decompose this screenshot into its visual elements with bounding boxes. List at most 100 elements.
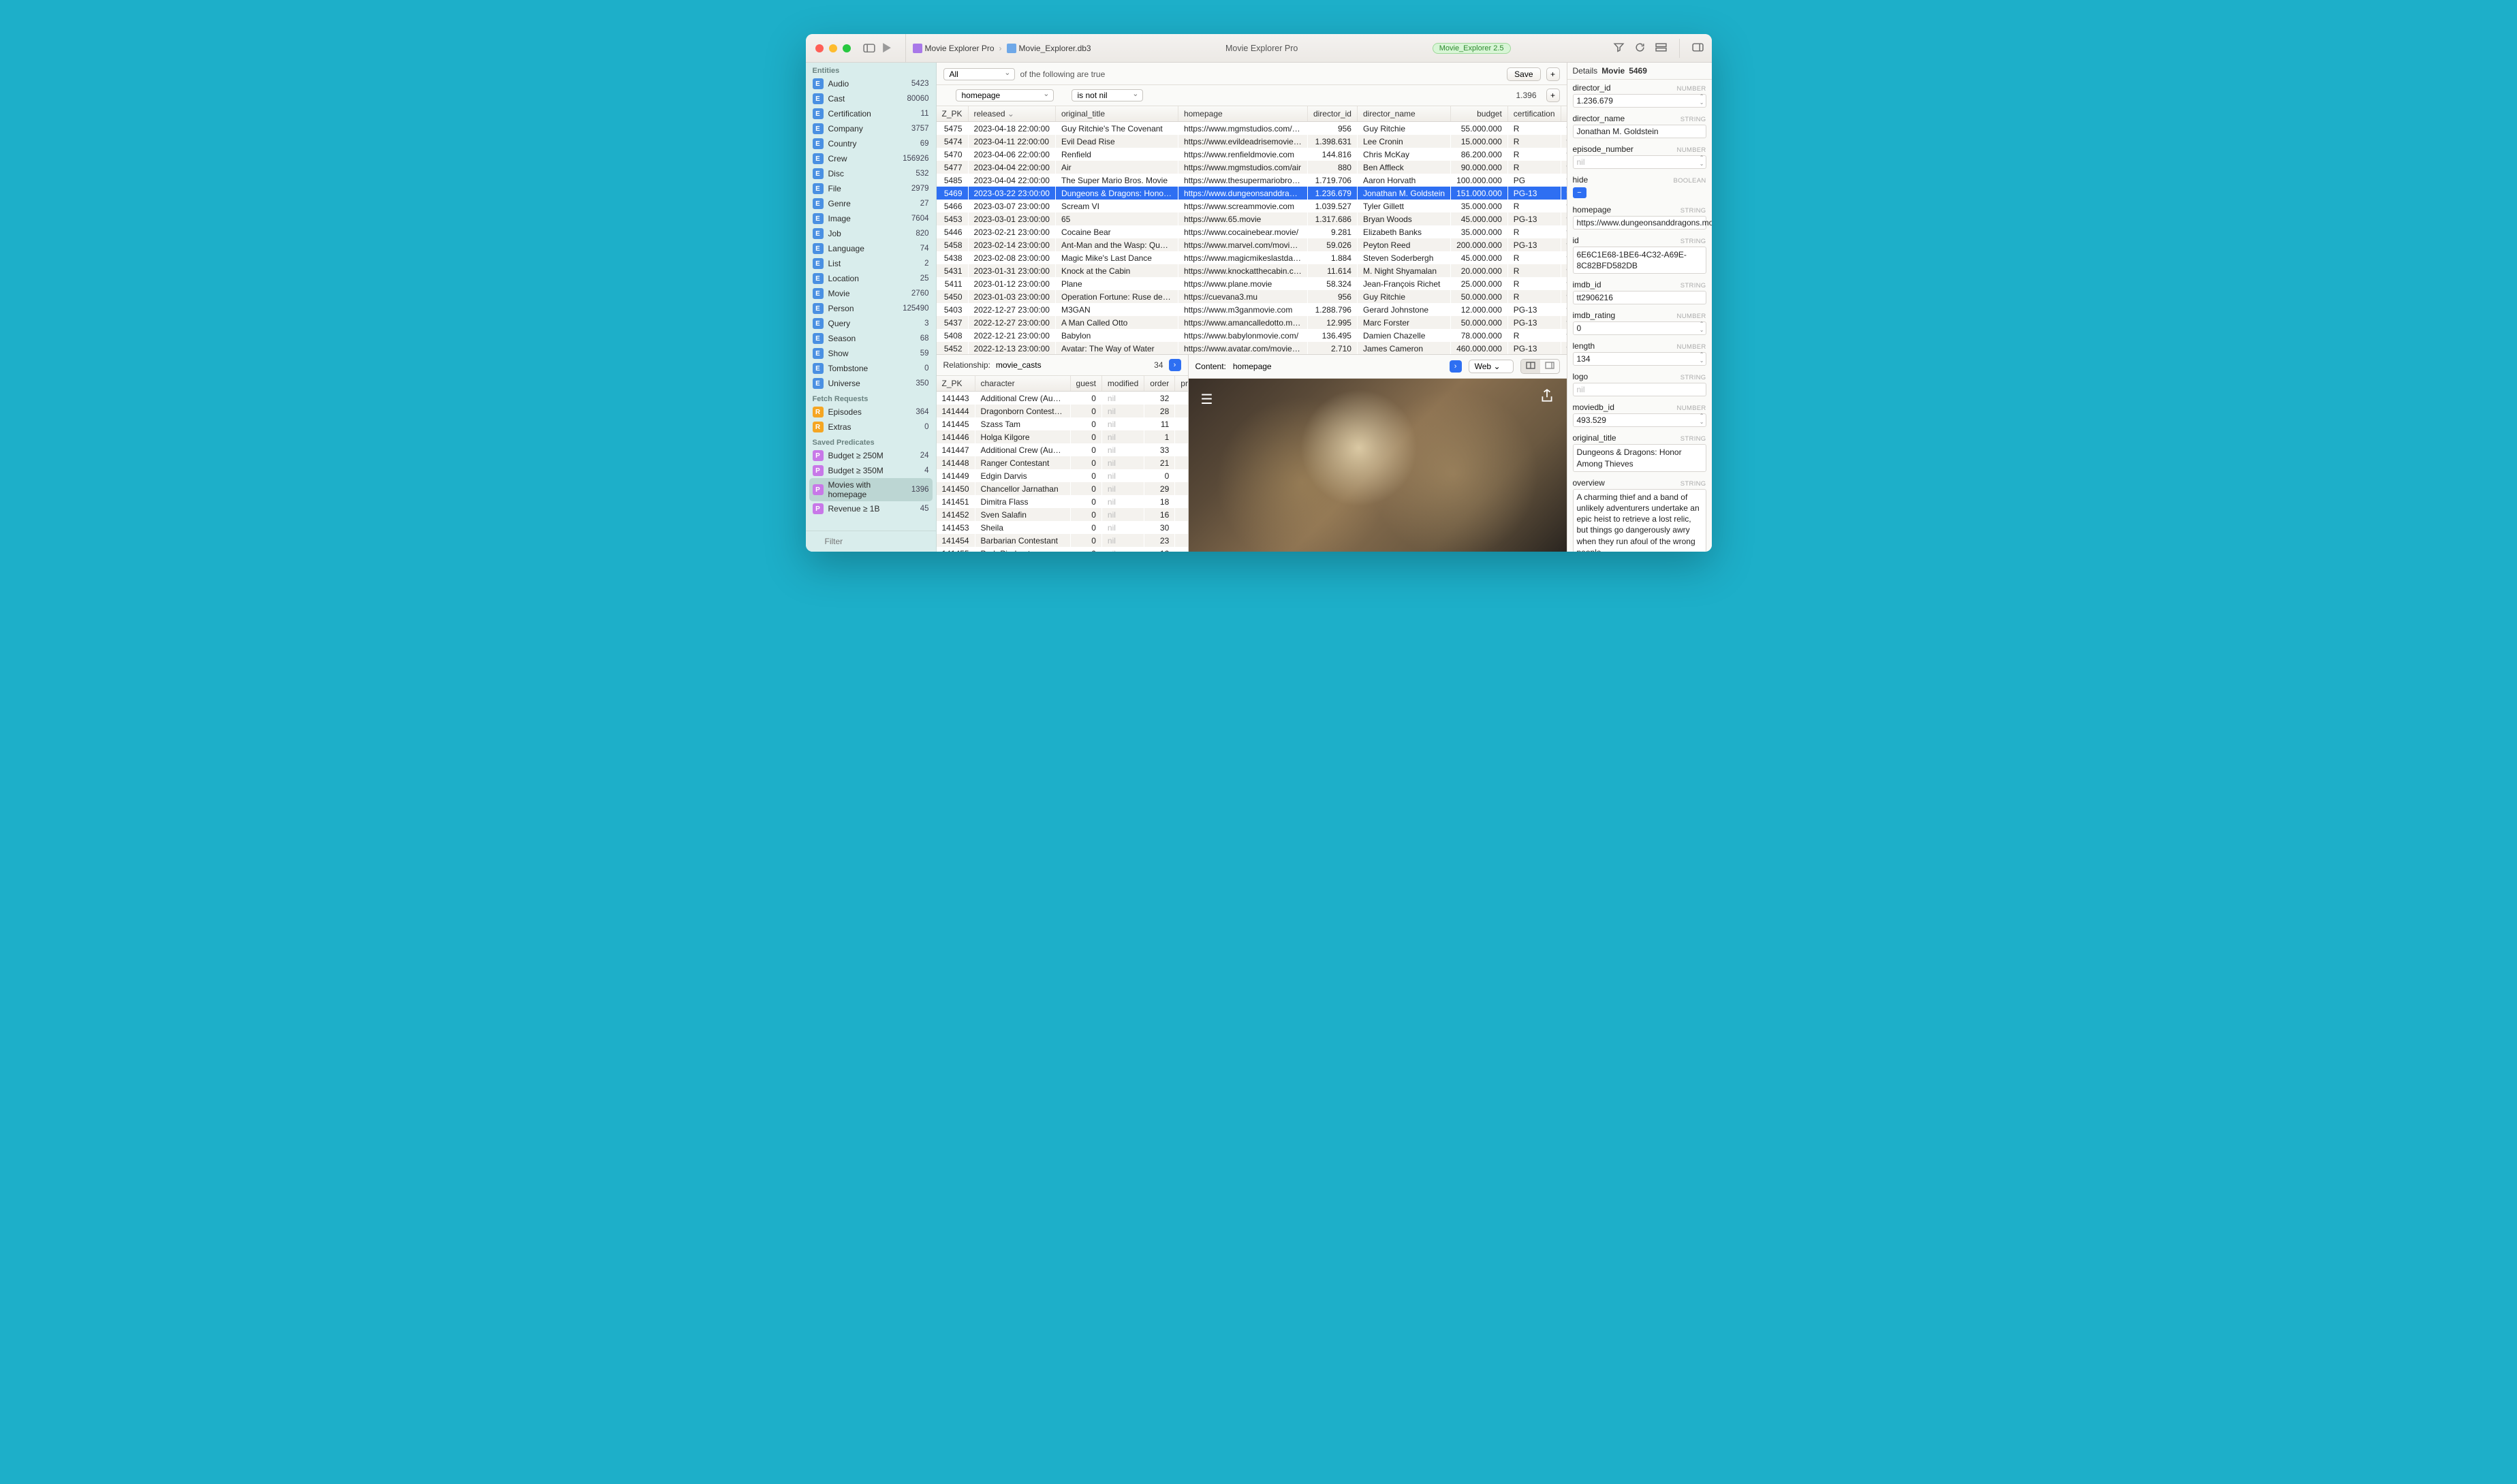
sidebar-item-job[interactable]: EJob820 — [806, 226, 936, 241]
save-button[interactable]: Save — [1507, 67, 1540, 81]
crumb-app[interactable]: Movie Explorer Pro — [925, 44, 995, 53]
sidebar-item-season[interactable]: ESeason68 — [806, 331, 936, 346]
rel-table-row[interactable]: 141450Chancellor Jarnathan0nil290 — [937, 482, 1188, 495]
relationship-name[interactable]: movie_casts — [996, 360, 1148, 370]
table-row[interactable]: 54502023-01-03 23:00:00Operation Fortune… — [937, 290, 1567, 303]
detail-value-director_id[interactable]: 1.236.679 — [1573, 94, 1706, 108]
sidebar-item-tombstone[interactable]: ETombstone0 — [806, 361, 936, 376]
table-row[interactable]: 54382023-02-08 23:00:00Magic Mike's Last… — [937, 251, 1567, 264]
table-row[interactable]: 54312023-01-31 23:00:00Knock at the Cabi… — [937, 264, 1567, 277]
layout-split-icon[interactable] — [1521, 360, 1540, 373]
detail-value-overview[interactable]: A charming thief and a band of unlikely … — [1573, 489, 1706, 552]
sidebar-item-budget-350m[interactable]: PBudget ≥ 350M4 — [806, 463, 936, 478]
add-condition-button[interactable]: + — [1546, 89, 1560, 102]
table-row[interactable]: 54522022-12-13 23:00:00Avatar: The Way o… — [937, 342, 1567, 354]
column-certification[interactable]: certification — [1507, 106, 1561, 122]
relationship-nav-button[interactable]: › — [1169, 359, 1181, 371]
column-budget[interactable]: budget — [1451, 106, 1508, 122]
sidebar-item-extras[interactable]: RExtras0 — [806, 420, 936, 435]
hamburger-icon[interactable]: ☰ — [1201, 391, 1213, 408]
sidebar-item-person[interactable]: EPerson125490 — [806, 301, 936, 316]
table-row[interactable]: 54702023-04-06 22:00:00Renfieldhttps://w… — [937, 148, 1567, 161]
table-row[interactable]: 54112023-01-12 23:00:00Planehttps://www.… — [937, 277, 1567, 290]
detail-value-imdb_id[interactable]: tt2906216 — [1573, 291, 1706, 304]
table-row[interactable]: 54742023-04-11 22:00:00Evil Dead Risehtt… — [937, 135, 1567, 148]
layout-icon[interactable] — [1655, 42, 1667, 55]
predicate-op-select[interactable]: is not nil — [1072, 89, 1143, 101]
detail-value-moviedb_id[interactable]: 493.529 — [1573, 413, 1706, 427]
table-row[interactable]: 54752023-04-18 22:00:00Guy Ritchie's The… — [937, 122, 1567, 136]
detail-value-original_title[interactable]: Dungeons & Dragons: Honor Among Thieves — [1573, 444, 1706, 471]
content-field[interactable]: homepage — [1233, 362, 1272, 371]
sidebar-item-query[interactable]: EQuery3 — [806, 316, 936, 331]
sidebar-item-location[interactable]: ELocation25 — [806, 271, 936, 286]
sidebar-item-movie[interactable]: EMovie2760 — [806, 286, 936, 301]
add-predicate-button[interactable]: + — [1546, 67, 1560, 81]
rel-column-order[interactable]: order — [1144, 376, 1175, 392]
sidebar-item-universe[interactable]: EUniverse350 — [806, 376, 936, 391]
table-row[interactable]: 54082022-12-21 23:00:00Babylonhttps://ww… — [937, 329, 1567, 342]
table-row[interactable]: 54662023-03-07 23:00:00Scream VIhttps://… — [937, 200, 1567, 212]
table-row[interactable]: 54462023-02-21 23:00:00Cocaine Bearhttps… — [937, 225, 1567, 238]
column-released[interactable]: released — [968, 106, 1055, 122]
play-button[interactable] — [878, 41, 896, 56]
rel-table-row[interactable]: 141444Dragonborn Contestant0nil280 — [937, 405, 1188, 417]
sidebar-item-disc[interactable]: EDisc532 — [806, 166, 936, 181]
table-row[interactable]: 54532023-03-01 23:00:0065https://www.65.… — [937, 212, 1567, 225]
sidebar-filter-input[interactable] — [811, 535, 931, 548]
rel-table-row[interactable]: 141453Sheila0nil300 — [937, 521, 1188, 534]
rel-table-row[interactable]: 141451Dimitra Flass0nil181 — [937, 495, 1188, 508]
table-row[interactable]: 54032022-12-27 23:00:00M3GANhttps://www.… — [937, 303, 1567, 316]
close-window-button[interactable] — [815, 44, 824, 52]
detail-value-homepage[interactable]: https://www.dungeonsanddragons.movie — [1573, 216, 1706, 230]
detail-value-id[interactable]: 6E6C1E68-1BE6-4C32-A69E-8C82BFD582DB — [1573, 247, 1706, 274]
column-Z_PK[interactable]: Z_PK — [937, 106, 969, 122]
detail-value-director_name[interactable]: Jonathan M. Goldstein — [1573, 125, 1706, 138]
rel-table-row[interactable]: 141448Ranger Contestant0nil210 — [937, 456, 1188, 469]
column-director_id[interactable]: director_id — [1307, 106, 1357, 122]
zoom-window-button[interactable] — [843, 44, 851, 52]
sidebar-item-language[interactable]: ELanguage74 — [806, 241, 936, 256]
sidebar-item-company[interactable]: ECompany3757 — [806, 121, 936, 136]
filter-icon[interactable] — [1613, 42, 1625, 55]
column-director_name[interactable]: director_name — [1357, 106, 1450, 122]
rel-table-row[interactable]: 141455Porb Pirabost0nil121 — [937, 547, 1188, 552]
table-row[interactable]: 54582023-02-14 23:00:00Ant-Man and the W… — [937, 238, 1567, 251]
detail-value-episode_number[interactable]: nil — [1573, 155, 1706, 169]
rel-table-row[interactable]: 141454Barbarian Contestant0nil230 — [937, 534, 1188, 547]
detail-value-imdb_rating[interactable]: 0 — [1573, 321, 1706, 335]
rel-column-modified[interactable]: modified — [1101, 376, 1144, 392]
sidebar-item-country[interactable]: ECountry69 — [806, 136, 936, 151]
predicate-mode-select[interactable]: All — [943, 68, 1015, 80]
table-row[interactable]: 54372022-12-27 23:00:00A Man Called Otto… — [937, 316, 1567, 329]
refresh-icon[interactable] — [1634, 42, 1646, 55]
content-layout-segment[interactable] — [1520, 359, 1560, 374]
rel-table-row[interactable]: 141452Sven Salafin0nil161 — [937, 508, 1188, 521]
column-homepage[interactable]: homepage — [1178, 106, 1307, 122]
rel-table-row[interactable]: 141449Edgin Darvis0nil01 — [937, 469, 1188, 482]
column-original_title[interactable]: original_title — [1055, 106, 1178, 122]
share-icon[interactable] — [1539, 388, 1554, 405]
sidebar-item-budget-250m[interactable]: PBudget ≥ 250M24 — [806, 448, 936, 463]
sidebar-item-certification[interactable]: ECertification11 — [806, 106, 936, 121]
detail-value-logo[interactable]: nil — [1573, 383, 1706, 396]
content-mode-select[interactable]: Web ⌄ — [1469, 360, 1514, 373]
rel-table-row[interactable]: 141443Additional Crew (Australian Dub)0n… — [937, 392, 1188, 405]
sidebar-item-cast[interactable]: ECast80060 — [806, 91, 936, 106]
layout-full-icon[interactable] — [1540, 360, 1559, 373]
rel-column-profiled[interactable]: profiled — [1175, 376, 1188, 392]
sidebar-item-show[interactable]: EShow59 — [806, 346, 936, 361]
content-nav-button[interactable]: › — [1450, 360, 1462, 373]
sidebar-item-revenue-1b[interactable]: PRevenue ≥ 1B45 — [806, 501, 936, 516]
detail-value-hide[interactable]: − — [1573, 186, 1706, 199]
rel-column-guest[interactable]: guest — [1070, 376, 1101, 392]
sidebar-item-audio[interactable]: EAudio5423 — [806, 76, 936, 91]
crumb-file[interactable]: Movie_Explorer.db3 — [1019, 44, 1091, 53]
sidebar-item-image[interactable]: EImage7604 — [806, 211, 936, 226]
sidebar-item-movies-with-homepage[interactable]: PMovies with homepage1396 — [809, 478, 933, 501]
rel-table-row[interactable]: 141446Holga Kilgore0nil11 — [937, 430, 1188, 443]
table-row[interactable]: 54852023-04-04 22:00:00The Super Mario B… — [937, 174, 1567, 187]
sidebar-item-genre[interactable]: EGenre27 — [806, 196, 936, 211]
detail-value-length[interactable]: 134 — [1573, 352, 1706, 366]
minimize-window-button[interactable] — [829, 44, 837, 52]
